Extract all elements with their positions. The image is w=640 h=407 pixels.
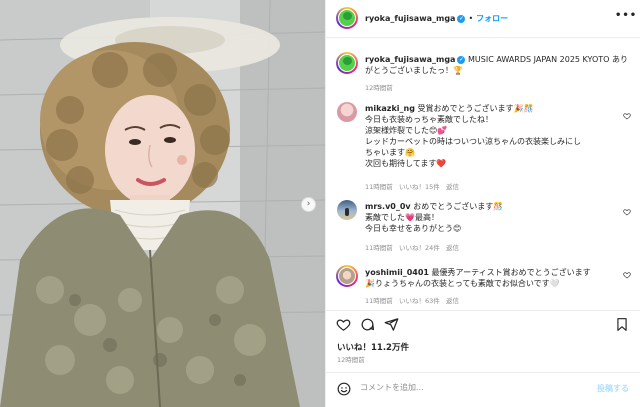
post-comment-button[interactable]: 投稿する xyxy=(597,383,629,394)
header-user-line: ryoka_fujisawa_mga ✓ • フォロー xyxy=(365,13,508,24)
caption-avatar[interactable] xyxy=(338,54,356,72)
heart-icon[interactable] xyxy=(623,271,631,279)
comment-time: 11時間前 xyxy=(365,244,393,252)
comment-avatar[interactable] xyxy=(338,267,356,285)
comment-text-block: yoshimii_0401 最優秀アーティスト賞おめでとうございます 🎉りょうち… xyxy=(365,267,630,289)
comment-line: ちゃいます🤗 xyxy=(365,148,415,157)
next-image-button[interactable]: › xyxy=(301,197,316,212)
comment-like-count[interactable]: いいね！63件 xyxy=(399,297,440,305)
chevron-right-icon: › xyxy=(306,199,311,209)
post-detail-panel: ryoka_fujisawa_mga ✓ • フォロー ••• ryoka_fujis… xyxy=(325,0,640,407)
comment-line: おめでとうございます🎊 xyxy=(413,202,504,211)
heart-icon[interactable] xyxy=(623,208,631,216)
like-count[interactable]: いいね！11.2万件 xyxy=(337,341,409,353)
comment-line: 次回も期待してます❤️ xyxy=(365,159,447,168)
comment-line: 今日も衣装めっちゃ素敵でしたね！ xyxy=(365,115,493,124)
reply-button[interactable]: 返信 xyxy=(446,183,459,191)
separator-dot: • xyxy=(468,14,474,23)
comment-username[interactable]: mrs.v0_0v xyxy=(365,202,411,211)
comment-avatar[interactable] xyxy=(337,102,357,122)
comment-meta: 11時間前 いいね！15件 返信 xyxy=(365,181,459,191)
comment-text-block: mikazki_ng 受賞おめでとうございます🎉🎊 今日も衣装めっちゃ素敵でした… xyxy=(365,103,620,169)
share-icon[interactable] xyxy=(384,317,399,332)
comment-meta: 11時間前 いいね！63件 返信 xyxy=(365,295,459,305)
caption-time: 12時間前 xyxy=(365,84,393,92)
comment-line: 最優秀アーティスト賞おめでとうございます xyxy=(431,268,591,277)
post-header: ryoka_fujisawa_mga ✓ • フォロー ••• xyxy=(326,0,640,38)
comment-like-count[interactable]: いいね！24件 xyxy=(399,244,440,252)
comment-line: 🎉りょうちゃんの衣装とっても素敵でお似合いです🤍 xyxy=(365,279,560,288)
comment-username[interactable]: yoshimii_0401 xyxy=(365,268,429,277)
photo-illustration xyxy=(0,0,325,407)
reply-button[interactable]: 返信 xyxy=(446,244,459,252)
bookmark-icon[interactable] xyxy=(615,317,629,332)
comment-username[interactable]: mikazki_ng xyxy=(365,104,415,113)
comment-line: 受賞おめでとうございます🎉🎊 xyxy=(417,104,534,113)
comment-like-count[interactable]: いいね！15件 xyxy=(399,183,440,191)
verified-badge-icon: ✓ xyxy=(457,14,466,23)
heart-icon[interactable] xyxy=(336,317,351,332)
caption-username[interactable]: ryoka_fujisawa_mga xyxy=(365,55,455,64)
comment-time: 11時間前 xyxy=(365,183,393,191)
comment-line: 素敵でした💗最高！ xyxy=(365,213,439,222)
comment-line: レッドカーペットの時はついつい涼ちゃんの衣装楽しみにし xyxy=(365,137,581,146)
emoji-icon[interactable] xyxy=(337,382,351,396)
post-username[interactable]: ryoka_fujisawa_mga xyxy=(365,14,455,23)
verified-badge-icon: ✓ xyxy=(457,55,466,64)
heart-icon[interactable] xyxy=(623,112,631,120)
reply-button[interactable]: 返信 xyxy=(446,297,459,305)
avatar[interactable] xyxy=(338,9,356,27)
comment-text-block: mrs.v0_0v おめでとうございます🎊 素敵でした💗最高！ 今日も幸せをあり… xyxy=(365,201,620,234)
comment-avatar[interactable] xyxy=(337,200,357,220)
more-options-icon[interactable]: ••• xyxy=(615,10,637,21)
comment-line: 今日も幸せをありがとう😊 xyxy=(365,224,462,233)
post-time: 12時間前 xyxy=(337,356,365,364)
divider xyxy=(326,310,640,311)
post-photo: › xyxy=(0,0,325,407)
comment-input[interactable] xyxy=(360,383,560,392)
follow-button[interactable]: フォロー xyxy=(476,14,508,23)
comment-time: 11時間前 xyxy=(365,297,393,305)
comment-composer: 投稿する xyxy=(326,372,640,407)
comment-icon[interactable] xyxy=(360,317,375,332)
caption-text-block: ryoka_fujisawa_mga ✓ MUSIC AWARDS JAPAN 2… xyxy=(365,54,630,76)
comment-meta: 11時間前 いいね！24件 返信 xyxy=(365,242,459,252)
comment-line: 涼架様炸裂でした😊💕 xyxy=(365,126,448,135)
